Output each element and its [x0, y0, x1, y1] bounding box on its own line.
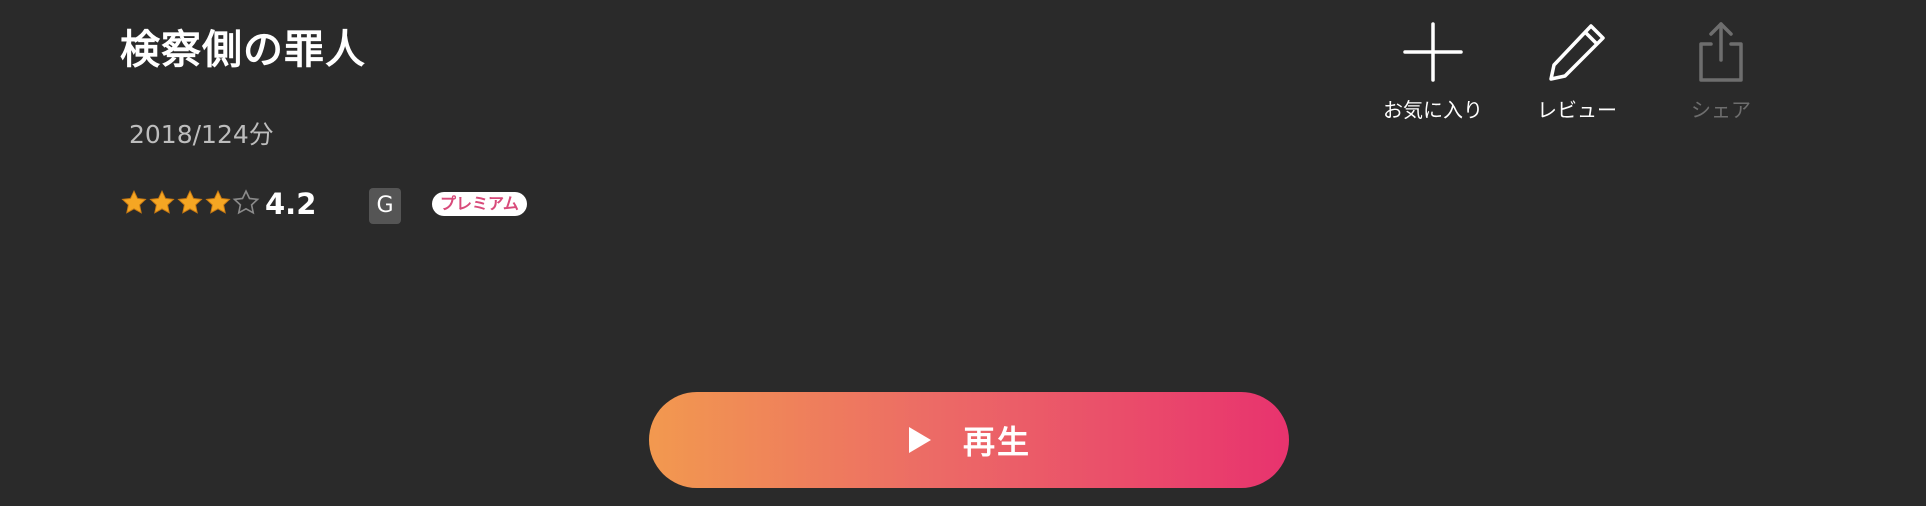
play-button[interactable]: 再生 — [649, 392, 1289, 488]
share-button[interactable]: シェア — [1656, 22, 1786, 142]
star-icon — [149, 190, 175, 214]
star-empty-icon — [232, 189, 260, 215]
release-info: 2018/124分 — [129, 120, 274, 149]
review-label: レビュー — [1537, 98, 1617, 122]
premium-badge: プレミアム — [432, 192, 527, 216]
rating-row: 4.2 G プレミアム — [120, 185, 540, 225]
review-button[interactable]: レビュー — [1512, 22, 1642, 142]
star-icon — [177, 190, 203, 214]
play-label: 再生 — [962, 423, 1031, 461]
rating-value: 4.2 — [265, 187, 317, 221]
star-icon — [121, 190, 147, 214]
pencil-icon — [1549, 24, 1605, 81]
play-icon — [908, 427, 931, 453]
page-title: 検察側の罪人 — [120, 27, 366, 73]
favorite-label: お気に入り — [1383, 98, 1483, 122]
age-rating-badge: G — [369, 188, 401, 224]
star-icon — [205, 190, 231, 214]
favorite-button[interactable]: お気に入り — [1368, 22, 1498, 142]
share-icon — [1699, 22, 1743, 82]
plus-icon — [1403, 22, 1463, 82]
share-label: シェア — [1691, 98, 1751, 122]
